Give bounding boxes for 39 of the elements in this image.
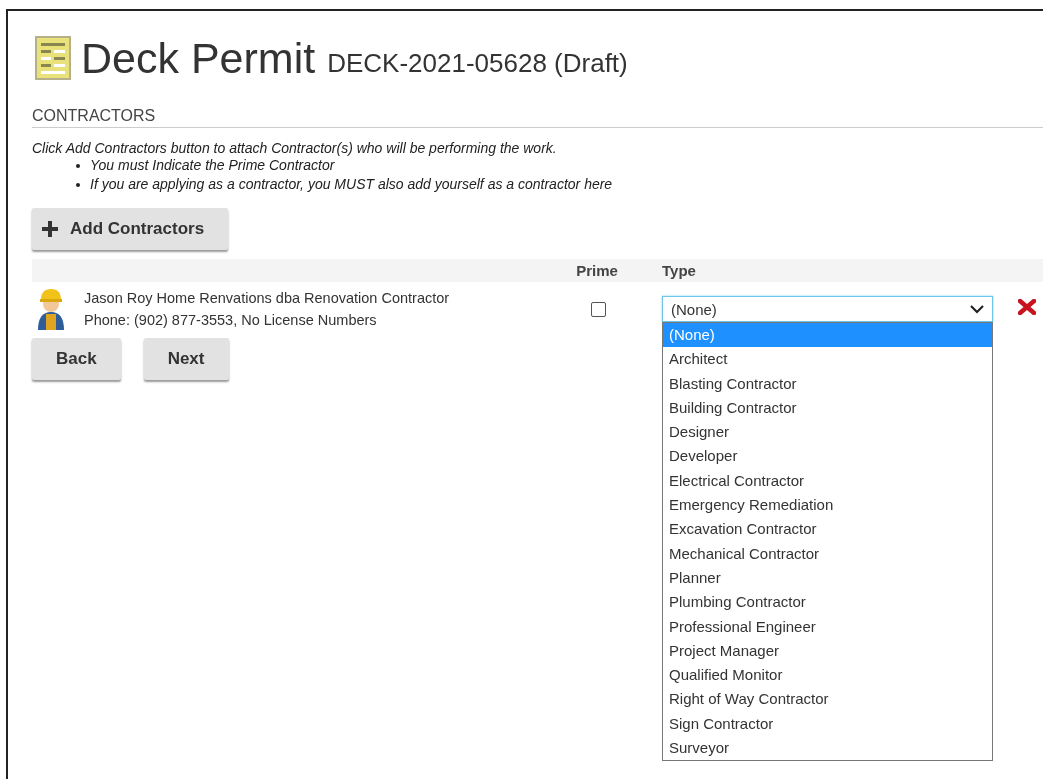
dropdown-option[interactable]: Architect (663, 347, 992, 372)
dropdown-option[interactable]: Blasting Contractor (663, 371, 992, 396)
dropdown-option[interactable]: Electrical Contractor (663, 468, 992, 494)
dropdown-option[interactable]: Professional Engineer (663, 614, 992, 639)
record-number: DECK-2021-05628 (Draft) (327, 47, 628, 79)
add-contractors-button[interactable]: Add Contractors (32, 208, 229, 250)
bullet-icon (76, 182, 80, 187)
delete-icon (1018, 299, 1036, 315)
contractor-details: Phone: (902) 877-3553, No License Numbers (84, 311, 378, 330)
section-heading: CONTRACTORS (32, 107, 157, 125)
dropdown-option[interactable]: Surveyor (663, 736, 992, 761)
contractor-name: Jason Roy Home Renvations dba Renovation Contractor (84, 289, 450, 308)
bullet-icon (76, 163, 80, 168)
worker-icon (36, 288, 66, 330)
nav-button[interactable]: Back (32, 338, 121, 380)
dropdown-option[interactable]: Sign Contractor (663, 711, 992, 737)
chevron-down-icon (970, 304, 984, 314)
prime-checkbox[interactable] (590, 301, 606, 317)
dropdown-option[interactable]: Planner (663, 565, 992, 591)
dropdown-option[interactable]: Developer (663, 444, 992, 469)
dropdown-option[interactable]: Building Contractor (663, 395, 992, 421)
dropdown-option[interactable]: Plumbing Contractor (663, 590, 992, 615)
dropdown-option[interactable]: Excavation Contractor (663, 517, 992, 542)
dropdown-option[interactable]: Designer (663, 420, 992, 445)
page-title: Deck Permit (81, 33, 316, 83)
type-dropdown[interactable]: (None) (662, 296, 993, 322)
column-header: Type (662, 261, 696, 279)
instruction-text: Click Add Contractors button to attach Contractor(s) who will be performing the work. (32, 140, 558, 156)
dropdown-option[interactable]: Qualified Monitor (663, 663, 992, 688)
dropdown-option[interactable]: Emergency Remediation (663, 493, 992, 518)
dropdown-option[interactable]: Project Manager (663, 638, 992, 664)
nav-button[interactable]: Next (143, 338, 229, 380)
dropdown-option[interactable]: Right of Way Contractor (663, 687, 992, 712)
dropdown-option[interactable]: Mechanical Contractor (663, 541, 992, 566)
plus-icon (42, 221, 58, 237)
instruction-bullet: If you are applying as a contractor, you MUST also add yourself as a contractor here (90, 175, 613, 194)
instruction-bullet: You must Indicate the Prime Contractor (90, 156, 335, 175)
document-icon (35, 36, 71, 80)
column-header: Prime (576, 262, 618, 279)
